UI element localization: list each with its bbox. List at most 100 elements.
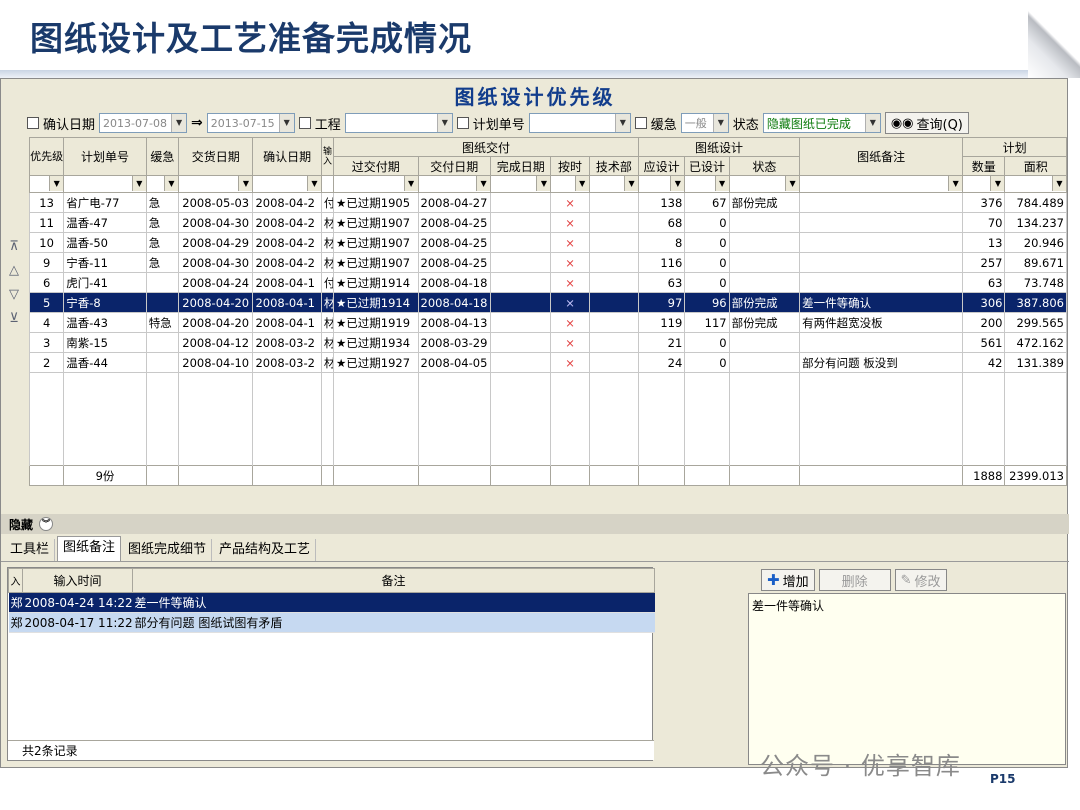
col-area[interactable]: 面积 [1004, 156, 1067, 176]
col-deliver-date[interactable]: 交付日期 [417, 156, 492, 176]
chevron-down-icon[interactable]: ▼ [864, 114, 880, 132]
chevron-down-icon[interactable]: ▼ [49, 176, 63, 191]
col-priority[interactable]: 优先级 [28, 137, 65, 176]
column-filter[interactable]: ▼ [962, 175, 1006, 193]
column-filter[interactable]: ▼ [417, 175, 492, 193]
chevron-down-icon[interactable]: ▼ [1052, 176, 1066, 191]
project-select[interactable]: ▼ [344, 113, 453, 133]
chevron-down-icon[interactable]: ▼ [785, 176, 799, 191]
col-plan-no[interactable]: 计划单号 [63, 137, 147, 176]
edit-button[interactable]: ✎ 修改 [894, 569, 947, 591]
col-urgency[interactable]: 缓急 [145, 137, 179, 176]
status-select[interactable]: 隐藏图纸已完成 ▼ [762, 113, 881, 133]
col-input-person[interactable]: 输入 [320, 137, 334, 176]
table-row[interactable]: 6虎门-41 2008-04-242008-04-1付★已过期19142008-0… [28, 272, 1067, 293]
chevron-down-icon[interactable]: ▼ [990, 176, 1004, 191]
col-quantity[interactable]: 数量 [962, 156, 1006, 176]
first-row-icon[interactable]: ⊼ [5, 239, 23, 255]
table-row[interactable]: 9宁香-11急2008-04-302008-04-2材★已过期19072008-… [28, 252, 1067, 273]
col-overdue[interactable]: 过交付期 [332, 156, 419, 176]
add-button[interactable]: ✚ 增加 [761, 569, 815, 591]
column-filter[interactable]: ▼ [1004, 175, 1067, 193]
note-row[interactable]: 郑 2008-04-17 11:22 部分有问题 图纸试图有矛盾 [8, 612, 655, 633]
col-note-time[interactable]: 输入时间 [22, 568, 133, 593]
chevron-down-icon[interactable]: ▼ [712, 114, 728, 132]
prev-row-icon[interactable]: △ [5, 263, 23, 279]
table-row[interactable]: 2温香-44 2008-04-102008-03-2材★已过期19272008-0… [28, 352, 1067, 373]
col-tech-dept[interactable]: 技术部 [588, 156, 640, 176]
col-drawing-note[interactable]: 图纸备注 [799, 137, 964, 176]
urgency-checkbox[interactable] [634, 117, 647, 129]
chevron-down-icon[interactable]: ▼ [714, 176, 729, 191]
chevron-double-down-icon[interactable]: ︾ [39, 517, 54, 531]
tab-completion-details[interactable]: 图纸完成细节 [123, 539, 213, 561]
collapse-bar[interactable]: 隐藏 ︾ [1, 514, 1069, 534]
last-row-icon[interactable]: ⊻ [5, 311, 23, 327]
urgency-select[interactable]: 一般 ▼ [680, 113, 729, 133]
col-should-design[interactable]: 应设计 [638, 156, 686, 176]
chevron-down-icon[interactable]: ▼ [306, 176, 321, 191]
table-row[interactable]: 5宁香-8 2008-04-202008-04-1材★已过期19142008-04… [28, 292, 1067, 313]
chevron-down-icon[interactable]: ▼ [171, 114, 187, 132]
plan-no-checkbox[interactable] [456, 117, 469, 129]
plan-no-select[interactable]: ▼ [528, 113, 631, 133]
column-filter[interactable]: ▼ [332, 175, 419, 193]
table-row[interactable]: 4温香-43特急2008-04-202008-04-1材★已过期19192008… [28, 312, 1067, 333]
query-button[interactable]: ◉◉ 查询(Q) [884, 112, 969, 134]
table-row[interactable]: 11温香-47急2008-04-302008-04-2材★已过期19072008… [28, 212, 1067, 233]
table-row[interactable]: 10温香-50急2008-04-292008-04-2材★已过期19072008… [28, 232, 1067, 253]
table-row[interactable]: 3南紫-15 2008-04-122008-03-2材★已过期19342008-0… [28, 332, 1067, 353]
chevron-down-icon[interactable]: ▼ [614, 114, 630, 132]
chevron-down-icon[interactable]: ▼ [403, 176, 418, 191]
col-designed[interactable]: 已设计 [684, 156, 730, 176]
note-row[interactable]: 郑 2008-04-24 14:22 差一件等确认 [8, 592, 655, 613]
chevron-down-icon[interactable]: ▼ [624, 176, 638, 191]
column-filter[interactable]: ▼ [490, 175, 552, 193]
row-note [799, 252, 964, 273]
col-note-text[interactable]: 备注 [132, 568, 655, 593]
chevron-down-icon[interactable]: ▼ [670, 176, 684, 191]
chevron-down-icon[interactable]: ▼ [536, 176, 550, 191]
column-filter[interactable]: ▼ [638, 175, 686, 193]
date-from-picker[interactable]: 2013-07-08 ▼ [99, 113, 188, 133]
chevron-down-icon[interactable]: ▼ [436, 114, 452, 132]
confirm-date-checkbox[interactable] [27, 117, 39, 129]
date-to-picker[interactable]: 2013-07-15 ▼ [206, 113, 295, 133]
chevron-down-icon[interactable]: ▼ [238, 176, 252, 191]
column-filter[interactable]: ▼ [728, 175, 801, 193]
col-finish-date[interactable]: 完成日期 [490, 156, 552, 176]
row-confirm-date: 2008-03-2 [252, 332, 322, 353]
column-filter[interactable]: ▼ [684, 175, 730, 193]
column-filter[interactable]: ▼ [550, 175, 590, 193]
tab-toolbar[interactable]: 工具栏 [5, 539, 56, 561]
chevron-down-icon[interactable]: ▼ [131, 176, 146, 191]
row-input-person: 材 [320, 332, 334, 353]
column-filter[interactable]: ▼ [177, 175, 254, 193]
chevron-down-icon[interactable]: ▼ [948, 176, 962, 191]
col-on-time[interactable]: 按时 [550, 156, 590, 176]
column-filter[interactable]: ▼ [588, 175, 640, 193]
note-time: 2008-04-24 14:22 [22, 592, 133, 613]
column-filter[interactable]: ▼ [145, 175, 179, 193]
tab-drawing-notes[interactable]: 图纸备注 [57, 536, 122, 561]
tab-product-structure[interactable]: 产品结构及工艺 [214, 539, 317, 561]
next-row-icon[interactable]: ▽ [5, 287, 23, 303]
column-filter[interactable]: ▼ [63, 175, 147, 193]
column-filter[interactable] [320, 175, 334, 193]
column-filter[interactable]: ▼ [252, 175, 322, 193]
column-filter[interactable]: ▼ [28, 175, 65, 193]
column-filter[interactable]: ▼ [799, 175, 964, 193]
project-checkbox[interactable] [298, 117, 311, 129]
col-status[interactable]: 状态 [728, 156, 801, 176]
chevron-down-icon[interactable]: ▼ [476, 176, 490, 191]
chevron-down-icon[interactable]: ▼ [278, 114, 294, 132]
status-label: 状态 [732, 117, 759, 133]
col-note-input[interactable]: 入 [8, 568, 23, 593]
note-textarea[interactable]: 差一件等确认 [748, 593, 1066, 765]
chevron-down-icon[interactable]: ▼ [163, 176, 178, 191]
delete-button[interactable]: 删除 [818, 569, 891, 591]
col-confirm-date[interactable]: 确认日期 [252, 137, 322, 176]
chevron-down-icon[interactable]: ▼ [574, 176, 589, 191]
col-delivery-date[interactable]: 交货日期 [177, 137, 254, 176]
table-row[interactable]: 13省广电-77急2008-05-032008-04-2付★已过期1905200… [28, 192, 1067, 213]
